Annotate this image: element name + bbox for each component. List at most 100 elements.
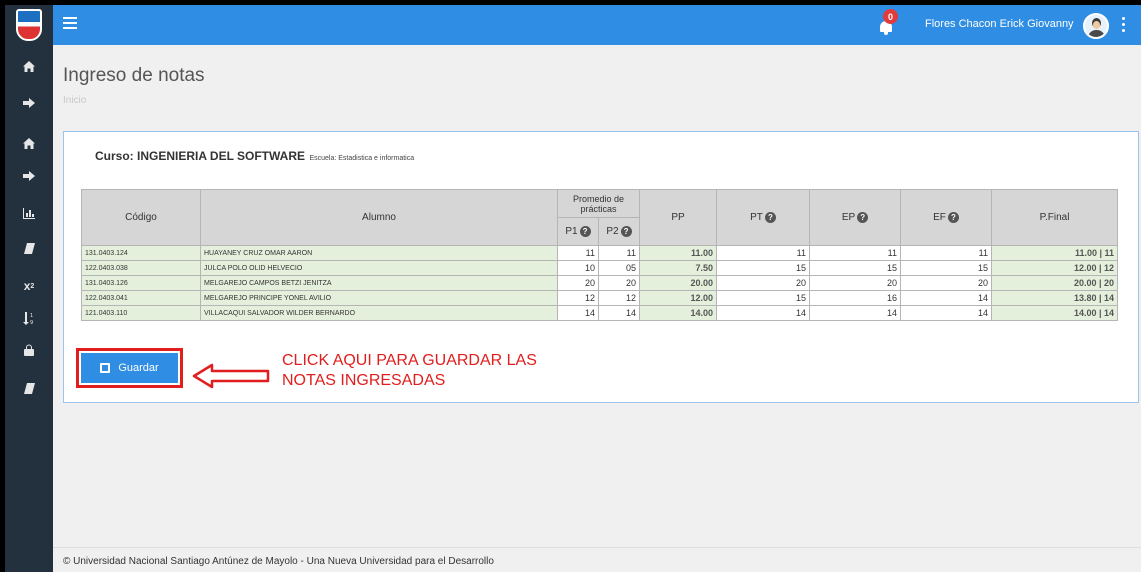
lock-icon[interactable] [22, 343, 36, 357]
cell-pfinal: 12.00 | 12 [991, 260, 1119, 276]
header-p1-label: P1 [565, 226, 578, 238]
cell-pfinal: 20.00 | 20 [991, 275, 1119, 291]
ep-input[interactable]: 11 [809, 245, 902, 261]
page-title: Ingreso de notas [63, 65, 205, 86]
cell-alumno: HUAYANEY CRUZ OMAR AARON [200, 245, 558, 261]
p2-input[interactable]: 05 [597, 260, 641, 276]
header-codigo: Código [81, 189, 201, 246]
header-pt-label: PT [750, 212, 763, 224]
subscript-icon[interactable]: x2 [22, 279, 36, 293]
save-button[interactable]: Guardar [81, 353, 178, 383]
question-circle-icon[interactable]: ? [764, 211, 776, 223]
cell-pp: 11.00 [639, 245, 718, 261]
ef-input[interactable]: 14 [900, 305, 993, 321]
ep-input[interactable]: 16 [809, 290, 902, 306]
header-ep-label: EP [841, 212, 856, 224]
question-circle-icon[interactable]: ? [857, 211, 869, 223]
user-name[interactable]: Flores Chacon Erick Giovanny [925, 18, 1074, 30]
top-navbar: 0 Flores Chacon Erick Giovanny [5, 5, 1141, 45]
annotation-text: CLICK AQUI PARA GUARDAR LAS NOTAS INGRES… [282, 351, 602, 391]
bar-chart-icon[interactable] [22, 206, 36, 220]
cell-codigo: 122.0403.041 [81, 290, 201, 306]
annotation-line-2: NOTAS INGRESADAS [282, 372, 446, 389]
sign-out-icon[interactable] [22, 96, 36, 110]
table-row: 122.0403.041 MELGAREJO PRINCIPE YONEL AV… [81, 290, 1119, 306]
table-row: 131.0403.126 MELGAREJO CAMPOS BETZI JENI… [81, 275, 1119, 291]
question-circle-icon[interactable]: ? [947, 211, 959, 223]
book-icon[interactable] [22, 381, 36, 395]
header-pp: PP [639, 189, 718, 246]
app-window: 0 Flores Chacon Erick Giovanny x2 19 Ing… [5, 5, 1141, 572]
p1-input[interactable]: 11 [557, 245, 599, 261]
header-ef-label: EF [933, 212, 946, 224]
header-pfinal: P.Final [991, 189, 1119, 246]
header-alumno: Alumno [200, 189, 558, 246]
pt-input[interactable]: 14 [716, 305, 811, 321]
cell-pp: 20.00 [639, 275, 718, 291]
cell-codigo: 131.0403.126 [81, 275, 201, 291]
course-title: Curso: INGENIERIA DEL SOFTWARE [95, 149, 306, 163]
p1-input[interactable]: 10 [557, 260, 599, 276]
cell-pp: 12.00 [639, 290, 718, 306]
breadcrumb[interactable]: Inicio [63, 95, 86, 106]
pt-input[interactable]: 15 [716, 290, 811, 306]
notification-badge[interactable]: 0 [883, 9, 898, 24]
ef-input[interactable]: 15 [900, 260, 993, 276]
footer-text: © Universidad Nacional Santiago Antúnez … [63, 556, 494, 567]
cell-pfinal: 14.00 | 14 [991, 305, 1119, 321]
pt-input[interactable]: 11 [716, 245, 811, 261]
pt-input[interactable]: 20 [716, 275, 811, 291]
ep-input[interactable]: 20 [809, 275, 902, 291]
ep-input[interactable]: 14 [809, 305, 902, 321]
home-icon[interactable] [22, 59, 36, 73]
ef-input[interactable]: 20 [900, 275, 993, 291]
p1-input[interactable]: 12 [557, 290, 599, 306]
header-ep: EP? [809, 189, 902, 246]
p2-input[interactable]: 20 [597, 275, 641, 291]
p2-input[interactable]: 12 [597, 290, 641, 306]
cell-alumno: MELGAREJO CAMPOS BETZI JENITZA [200, 275, 558, 291]
grades-table: Código Alumno Promedio de prácticas PP P… [81, 189, 1119, 321]
kebab-menu-icon[interactable] [1122, 17, 1126, 33]
avatar[interactable] [1083, 13, 1109, 39]
ef-input[interactable]: 14 [900, 290, 993, 306]
cell-pp: 14.00 [639, 305, 718, 321]
pt-input[interactable]: 15 [716, 260, 811, 276]
p2-input[interactable]: 11 [597, 245, 641, 261]
hamburger-menu-icon[interactable] [63, 17, 77, 29]
header-pt: PT? [716, 189, 811, 246]
home-icon[interactable] [22, 136, 36, 150]
header-promedio: Promedio de prácticas [556, 189, 641, 218]
question-circle-icon[interactable]: ? [620, 225, 632, 237]
sort-numeric-icon[interactable]: 19 [22, 311, 36, 325]
table-row: 121.0403.110 VILLACAQUI SALVADOR WILDER … [81, 305, 1119, 321]
cell-alumno: MELGAREJO PRINCIPE YONEL AVILIO [200, 290, 558, 306]
cell-alumno: VILLACAQUI SALVADOR WILDER BERNARDO [200, 305, 558, 321]
footer: © Universidad Nacional Santiago Antúnez … [53, 547, 1141, 572]
cell-pfinal: 13.80 | 14 [991, 290, 1119, 306]
table-row: 122.0403.038 JULCA POLO OLID HELVECIO 10… [81, 260, 1119, 276]
course-heading: Curso: INGENIERIA DEL SOFTWARE Escuela: … [95, 147, 414, 165]
ep-input[interactable]: 15 [809, 260, 902, 276]
question-circle-icon[interactable]: ? [579, 225, 591, 237]
arrow-left-icon [192, 363, 270, 389]
sidebar: x2 19 [5, 45, 53, 572]
cell-codigo: 131.0403.124 [81, 245, 201, 261]
cell-alumno: JULCA POLO OLID HELVECIO [200, 260, 558, 276]
sign-out-icon[interactable] [22, 169, 36, 183]
cell-codigo: 122.0403.038 [81, 260, 201, 276]
p2-input[interactable]: 14 [597, 305, 641, 321]
ef-input[interactable]: 11 [900, 245, 993, 261]
header-ef: EF? [900, 189, 993, 246]
university-logo[interactable] [5, 5, 53, 45]
p1-input[interactable]: 20 [557, 275, 599, 291]
book-icon[interactable] [22, 241, 36, 255]
header-p2-label: P2 [606, 226, 619, 238]
svg-text:1: 1 [30, 313, 33, 319]
table-row: 131.0403.124 HUAYANEY CRUZ OMAR AARON 11… [81, 245, 1119, 261]
p1-input[interactable]: 14 [557, 305, 599, 321]
save-button-label: Guardar [118, 362, 159, 374]
cell-codigo: 121.0403.110 [81, 305, 201, 321]
cell-pp: 7.50 [639, 260, 718, 276]
annotation-line-1: CLICK AQUI PARA GUARDAR LAS [282, 352, 537, 369]
